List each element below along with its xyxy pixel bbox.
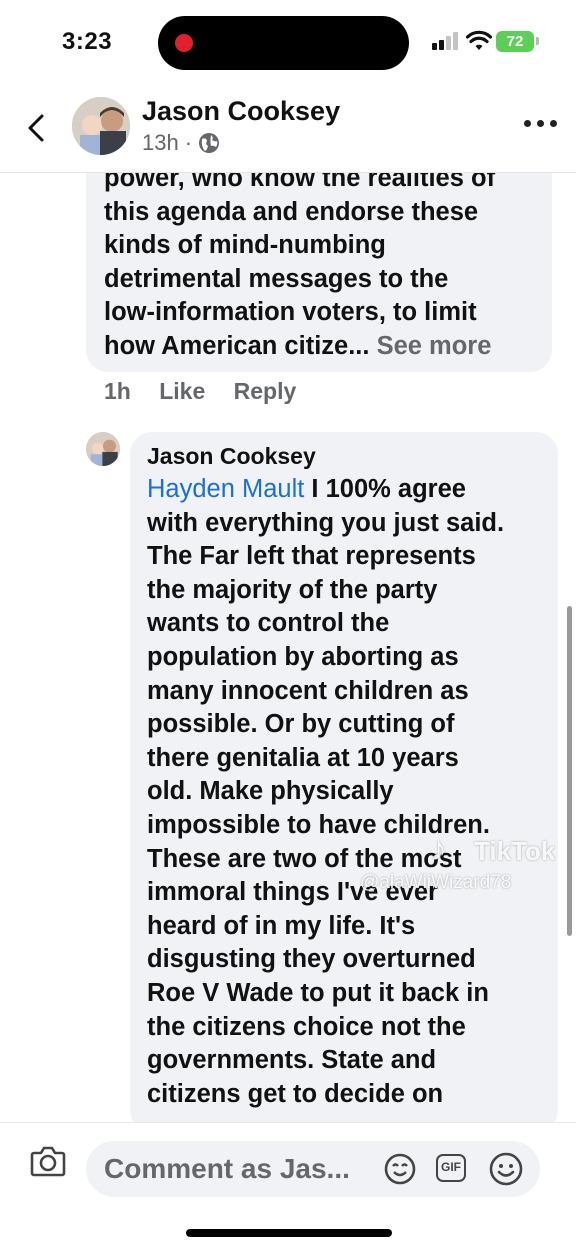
reply-line: Hayden Mault I 100% agree — [147, 473, 504, 507]
like-button[interactable]: Like — [159, 378, 205, 404]
camera-icon[interactable] — [30, 1145, 66, 1177]
comment-composer: Comment as Jas... GIF — [0, 1122, 576, 1249]
reply-line: disgusting they overturned — [147, 945, 476, 974]
reply-line: there genitalia at 10 years — [147, 743, 459, 772]
wifi-icon — [466, 30, 492, 50]
battery-cap — [536, 37, 539, 45]
reply-line: impossible to have children. — [147, 810, 490, 839]
reply-line: Roe V Wade to put it back in — [147, 978, 489, 1007]
see-more-link[interactable]: See more — [377, 332, 492, 360]
home-indicator[interactable] — [186, 1229, 392, 1237]
reply-line: The Far left that represents — [147, 542, 476, 571]
post-header: Jason Cooksey 13h · — [0, 86, 576, 173]
reply-line: governments. State and — [147, 1046, 437, 1075]
comment-input[interactable]: Comment as Jas... GIF — [86, 1141, 540, 1197]
comment-input-placeholder: Comment as Jas... — [104, 1153, 350, 1184]
more-options-icon[interactable] — [524, 114, 558, 134]
reply-line: heard of in my life. It's — [147, 911, 416, 940]
reply-line: citizens get to decide on — [147, 1079, 444, 1108]
reply-line: old. Make physically — [147, 777, 394, 806]
comment-line: how American citize... See more — [104, 330, 495, 364]
reply-author-name[interactable]: Jason Cooksey — [147, 443, 316, 470]
comment-line: this agenda and endorse these — [104, 197, 479, 226]
author-avatar[interactable] — [72, 97, 130, 155]
reply-line: the citizens choice not the — [147, 1012, 466, 1041]
reply-line: These are two of the most — [147, 844, 462, 873]
meta-separator: · — [184, 130, 193, 155]
author-name[interactable]: Jason Cooksey — [142, 96, 340, 127]
mention-link[interactable]: Hayden Mault — [147, 475, 304, 503]
reply-line: population by aborting as — [147, 642, 459, 671]
reply-line: the majority of the party — [147, 575, 438, 604]
reply-line: immoral things I've ever — [147, 878, 438, 907]
comment-line: kinds of mind-numbing — [104, 231, 386, 260]
comment-time: 1h — [104, 378, 131, 404]
reply-author-avatar[interactable] — [86, 432, 120, 466]
battery-icon: 72 — [496, 31, 534, 52]
scrollbar[interactable] — [567, 606, 572, 936]
comment-line-text: how American citize... — [104, 331, 370, 360]
comment-line: low-information voters, to limit — [104, 298, 477, 327]
status-time: 3:23 — [62, 28, 113, 55]
globe-icon — [199, 133, 220, 153]
dynamic-island — [158, 16, 409, 70]
post-time: 13h — [142, 130, 179, 155]
reply-line: many innocent children as — [147, 676, 469, 705]
gif-button[interactable]: GIF — [436, 1154, 466, 1182]
cellular-signal-icon — [432, 32, 460, 50]
emoji-icon[interactable] — [488, 1151, 524, 1187]
back-arrow-icon[interactable] — [22, 110, 52, 146]
reply-line: wants to control the — [147, 609, 390, 638]
recording-indicator-icon — [175, 34, 193, 52]
comment-line: detrimental messages to the — [104, 264, 449, 293]
avatar-sticker-icon[interactable] — [382, 1151, 418, 1187]
reply-line-text: I 100% agree — [304, 475, 466, 503]
reply-button[interactable]: Reply — [234, 378, 297, 404]
comment-body: power, who know the realities of this ag… — [104, 162, 495, 364]
reply-line: with everything you just said. — [147, 508, 505, 537]
reply-line: possible. Or by cutting of — [147, 710, 455, 739]
reply-body: Hayden Mault I 100% agree with everythin… — [147, 473, 504, 1111]
comment-actions: 1h Like Reply — [104, 378, 318, 405]
post-meta: 13h · — [142, 130, 220, 156]
status-bar: 3:23 72 — [0, 0, 576, 86]
